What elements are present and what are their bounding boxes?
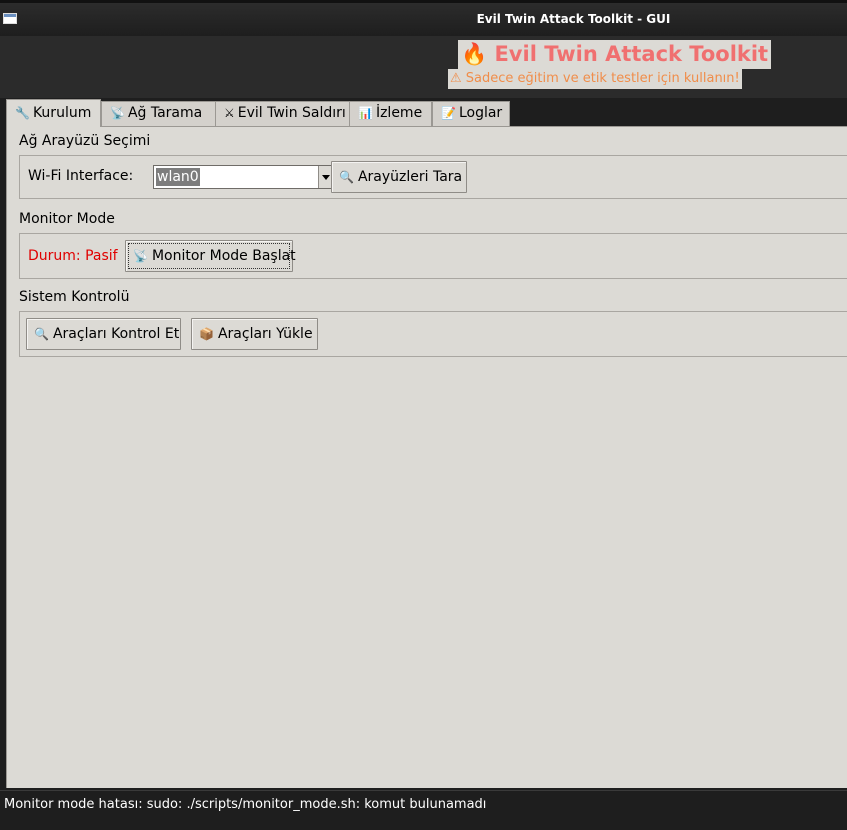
monitor-status: Durum: Pasif: [28, 248, 118, 264]
tab-label: Evil Twin Saldırı: [237, 105, 346, 121]
wifi-interface-select[interactable]: wlan0: [153, 165, 334, 189]
search-icon: 🔍: [34, 327, 49, 341]
wifi-interface-label: Wi-Fi Interface:: [28, 168, 134, 184]
interface-section-title: Ağ Arayüzü Seçimi: [19, 133, 151, 149]
tab-ag-tarama[interactable]: 📡 Ağ Tarama: [101, 101, 216, 126]
system-group: 🔍 Araçları Kontrol Et 📦 Araçları Yükle: [19, 311, 847, 357]
memo-icon: 📝: [441, 106, 456, 120]
tab-label: İzleme: [375, 105, 423, 121]
scan-interfaces-button[interactable]: 🔍 Arayüzleri Tara: [331, 161, 467, 193]
package-icon: 📦: [199, 327, 214, 341]
window-title: Evil Twin Attack Toolkit - GUI: [476, 12, 671, 26]
status-message: Monitor mode hatası: sudo: ./scripts/mon…: [4, 797, 487, 812]
scan-interfaces-label: Arayüzleri Tara: [357, 169, 463, 185]
system-section-title: Sistem Kontrolü: [19, 289, 130, 305]
wifi-interface-value[interactable]: wlan0: [156, 168, 200, 186]
search-icon: 🔍: [339, 170, 354, 184]
install-tools-label: Araçları Yükle: [217, 326, 313, 342]
app-header: 🔥 Evil Twin Attack Toolkit ⚠ Sadece eğit…: [0, 36, 847, 98]
tab-label: Loglar: [458, 105, 503, 121]
install-tools-button[interactable]: 📦 Araçları Yükle: [191, 318, 318, 350]
monitor-section-title: Monitor Mode: [19, 211, 115, 227]
interface-group: Wi-Fi Interface: wlan0 🔍 Arayüzleri Tara: [19, 155, 847, 199]
bar-chart-icon: 📊: [358, 106, 373, 120]
antenna-icon: 📡: [110, 106, 125, 120]
app-title: 🔥 Evil Twin Attack Toolkit: [458, 40, 772, 69]
tab-kurulum[interactable]: 🔧 Kurulum: [6, 99, 101, 127]
start-monitor-mode-button[interactable]: 📡 Monitor Mode Başlat: [125, 240, 296, 272]
check-tools-label: Araçları Kontrol Et: [52, 326, 180, 342]
window-titlebar[interactable]: Evil Twin Attack Toolkit - GUI: [0, 0, 847, 36]
tab-evil-twin-saldiri[interactable]: ⚔ Evil Twin Saldırı: [215, 101, 350, 126]
tab-content-kurulum: Ağ Arayüzü Seçimi Wi-Fi Interface: wlan0…: [6, 126, 847, 788]
tab-label: Kurulum: [32, 105, 92, 121]
check-tools-button[interactable]: 🔍 Araçları Kontrol Et: [26, 318, 181, 350]
wrench-icon: 🔧: [15, 106, 30, 120]
tab-izleme[interactable]: 📊 İzleme: [349, 101, 432, 126]
tab-loglar[interactable]: 📝 Loglar: [432, 101, 510, 126]
tab-label: Ağ Tarama: [127, 105, 203, 121]
antenna-icon: 📡: [133, 249, 148, 263]
start-monitor-mode-label: Monitor Mode Başlat: [151, 248, 296, 264]
warning-subtitle: ⚠ Sadece eğitim ve etik testler için kul…: [448, 69, 742, 89]
swords-icon: ⚔: [224, 106, 235, 120]
status-bar: Monitor mode hatası: sudo: ./scripts/mon…: [0, 790, 847, 830]
monitor-group: Durum: Pasif 📡 Monitor Mode Başlat: [19, 233, 847, 279]
